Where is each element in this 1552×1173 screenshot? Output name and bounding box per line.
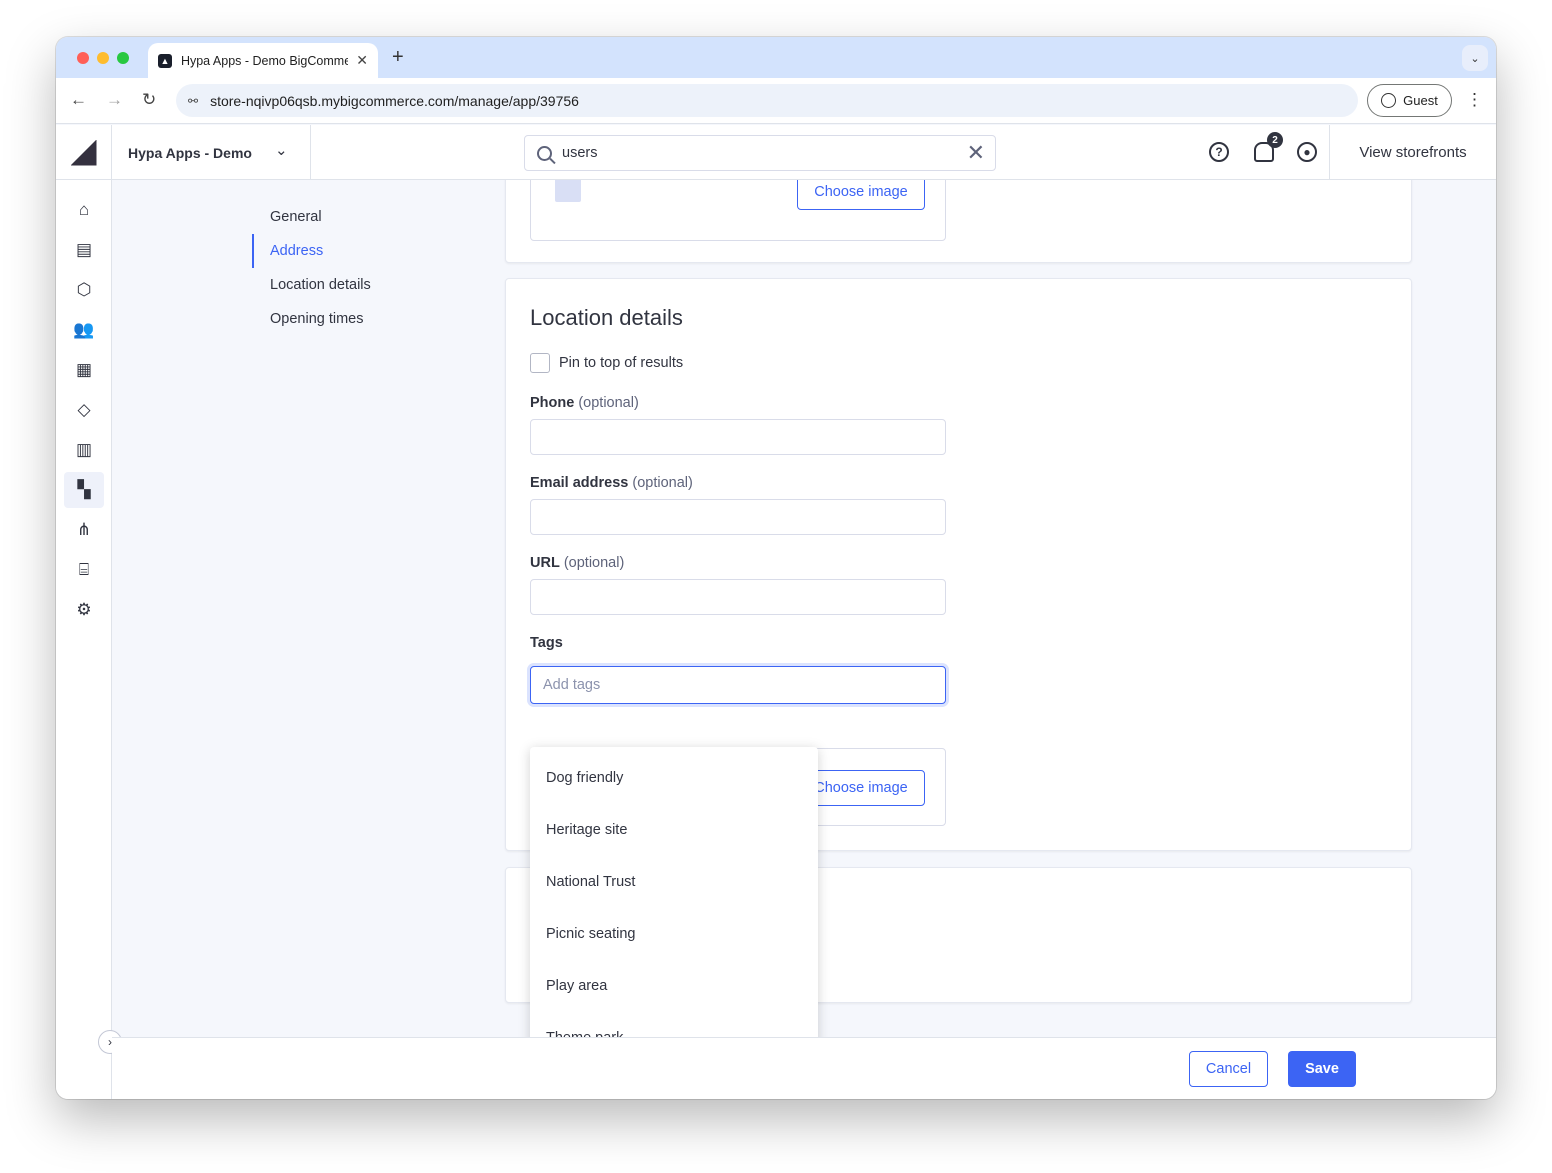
- search-icon: [537, 145, 552, 161]
- subnav-item-address[interactable]: Address: [252, 234, 371, 268]
- store-switcher[interactable]: Hypa Apps - Demo ⌄: [112, 125, 311, 180]
- tag-option[interactable]: Play area: [530, 960, 818, 1012]
- orders-icon[interactable]: ▤: [64, 232, 104, 268]
- image-upload-box: Choose image: [530, 180, 946, 241]
- bigcommerce-logo-icon: [70, 139, 97, 166]
- tags-input[interactable]: Add tags: [530, 666, 946, 704]
- notification-badge: 2: [1267, 132, 1283, 148]
- pin-to-top-checkbox[interactable]: [530, 353, 550, 373]
- cancel-button[interactable]: Cancel: [1189, 1051, 1268, 1087]
- finance-icon[interactable]: ⌸: [64, 552, 104, 588]
- email-label: Email address (optional): [530, 475, 693, 491]
- site-settings-icon[interactable]: ⚯: [188, 94, 198, 108]
- analytics-icon[interactable]: ▥: [64, 432, 104, 468]
- browser-tab[interactable]: ▲ Hypa Apps - Demo BigCommerce ✕: [148, 43, 378, 78]
- tag-option[interactable]: Theme park: [530, 1012, 818, 1037]
- store-name: Hypa Apps - Demo: [128, 144, 252, 161]
- apps-icon[interactable]: ▚: [64, 472, 104, 508]
- tag-option[interactable]: Heritage site: [530, 804, 818, 856]
- search-value: users: [562, 145, 598, 161]
- section-nav: General Address Location details Opening…: [252, 200, 371, 336]
- search-input[interactable]: users ✕: [524, 135, 996, 171]
- tag-option[interactable]: Picnic seating: [530, 908, 818, 960]
- url-field[interactable]: [530, 579, 946, 615]
- account-icon[interactable]: ●: [1297, 142, 1317, 162]
- bigcommerce-logo[interactable]: [56, 125, 112, 180]
- view-storefronts-button[interactable]: View storefronts: [1329, 125, 1496, 180]
- browser-menu-icon[interactable]: ⋮: [1466, 90, 1483, 110]
- subnav-item-general[interactable]: General: [252, 200, 371, 234]
- phone-label: Phone (optional): [530, 395, 639, 411]
- tag-option[interactable]: National Trust: [530, 856, 818, 908]
- marketing-icon[interactable]: ◇: [64, 392, 104, 428]
- url-text: store-nqivp06qsb.mybigcommerce.com/manag…: [210, 92, 579, 109]
- save-button[interactable]: Save: [1288, 1051, 1356, 1087]
- chevron-down-icon: ⌄: [275, 142, 288, 159]
- channels-icon[interactable]: ⋔: [64, 512, 104, 548]
- home-icon[interactable]: ⌂: [64, 192, 104, 228]
- reload-button[interactable]: ↻: [142, 90, 156, 110]
- settings-icon[interactable]: ⚙: [64, 592, 104, 628]
- action-footer: Cancel Save: [112, 1037, 1496, 1099]
- section-title: Location details: [530, 305, 683, 330]
- guest-profile-button[interactable]: Guest: [1367, 84, 1452, 117]
- pin-to-top-label: Pin to top of results: [559, 355, 684, 371]
- choose-image-button[interactable]: Choose image: [797, 180, 925, 210]
- subnav-item-location-details[interactable]: Location details: [252, 268, 371, 302]
- address-bar: ← → ↻ ⚯ store-nqivp06qsb.mybigcommerce.c…: [56, 78, 1496, 124]
- tab-close-icon[interactable]: ✕: [356, 52, 368, 69]
- phone-field[interactable]: [530, 419, 946, 455]
- bigcommerce-favicon-icon: ▲: [158, 53, 172, 68]
- clear-search-icon[interactable]: ✕: [967, 140, 985, 166]
- guest-label: Guest: [1403, 93, 1438, 108]
- address-card: Choose image: [505, 180, 1412, 263]
- image-placeholder-icon: [555, 180, 581, 202]
- url-label: URL (optional): [530, 555, 625, 571]
- browser-window: ▲ Hypa Apps - Demo BigCommerce ✕ + ⌄ ← →…: [56, 37, 1496, 1099]
- new-tab-button[interactable]: +: [392, 46, 404, 69]
- email-field[interactable]: [530, 499, 946, 535]
- back-button[interactable]: ←: [70, 90, 87, 110]
- tag-option[interactable]: Dog friendly: [530, 752, 818, 804]
- tab-bar: ▲ Hypa Apps - Demo BigCommerce ✕ + ⌄: [56, 37, 1496, 78]
- left-nav-rail: ⌂ ▤ ⬡ 👥 ▦ ◇ ▥ ▚ ⋔ ⌸ ⚙: [56, 180, 112, 1099]
- close-window-button[interactable]: [77, 52, 89, 64]
- profile-icon: [1381, 93, 1397, 108]
- tags-label: Tags: [530, 635, 563, 651]
- app-header: Hypa Apps - Demo ⌄ users ✕ ? 2 ● View st…: [56, 125, 1496, 180]
- help-icon[interactable]: ?: [1209, 142, 1229, 162]
- tab-search-button[interactable]: ⌄: [1462, 45, 1488, 71]
- pin-to-top-row: Pin to top of results: [530, 353, 683, 373]
- customers-icon[interactable]: 👥: [64, 312, 104, 348]
- subnav-item-opening-times[interactable]: Opening times: [252, 302, 371, 336]
- minimize-window-button[interactable]: [97, 52, 109, 64]
- tags-dropdown: Dog friendly Heritage site National Trus…: [530, 747, 818, 1037]
- forward-button[interactable]: →: [106, 90, 123, 110]
- main-content: General Address Location details Opening…: [112, 180, 1496, 1037]
- tab-title: Hypa Apps - Demo BigCommerce: [180, 53, 349, 68]
- storefront-icon[interactable]: ▦: [64, 352, 104, 388]
- products-icon[interactable]: ⬡: [64, 272, 104, 308]
- maximize-window-button[interactable]: [117, 52, 129, 64]
- url-field[interactable]: ⚯ store-nqivp06qsb.mybigcommerce.com/man…: [176, 84, 1358, 117]
